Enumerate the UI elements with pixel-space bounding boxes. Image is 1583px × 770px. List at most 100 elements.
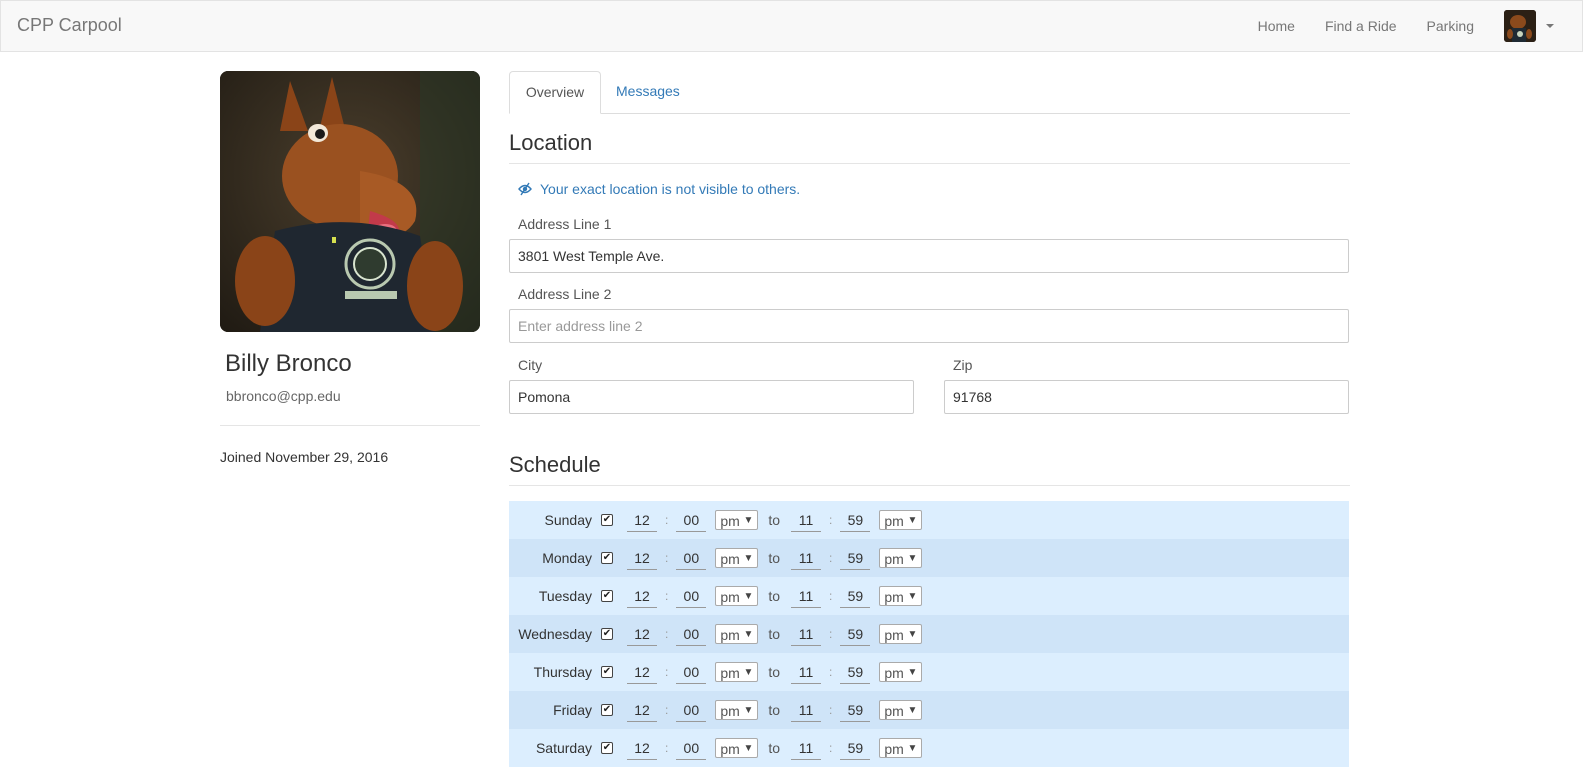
start-minute-input[interactable]: 00 [676, 699, 707, 722]
end-hour-input[interactable]: 11 [791, 623, 822, 646]
day-enabled-checkbox[interactable]: ✔ [601, 590, 613, 602]
to-label: to [768, 664, 781, 680]
start-ampm-select[interactable]: pm ▼ [715, 700, 759, 720]
profile-divider [220, 425, 480, 426]
nav-home-link[interactable]: Home [1258, 18, 1295, 34]
to-label: to [768, 702, 781, 718]
end-minute-input[interactable]: 59 [840, 661, 871, 684]
time-separator: : [665, 741, 669, 755]
chevron-down-icon: ▼ [743, 667, 754, 678]
privacy-notice-text: Your exact location is not visible to ot… [540, 181, 801, 197]
start-ampm-select[interactable]: pm ▼ [715, 510, 759, 530]
nav-find-ride-link[interactable]: Find a Ride [1325, 18, 1397, 34]
schedule-day-label: Saturday [535, 740, 592, 756]
time-separator: : [829, 703, 833, 717]
start-minute-input[interactable]: 00 [676, 585, 707, 608]
schedule-row: Thursday ✔ 12:00 pm ▼ to 11:59 pm ▼ [509, 653, 1349, 691]
end-ampm-select[interactable]: pm ▼ [879, 738, 923, 758]
start-hour-input[interactable]: 12 [627, 623, 657, 646]
end-minute-input[interactable]: 59 [840, 547, 871, 570]
schedule-heading: Schedule [509, 452, 601, 477]
time-separator: : [829, 551, 833, 565]
location-divider [509, 163, 1350, 164]
end-ampm-select[interactable]: pm ▼ [879, 548, 923, 568]
start-ampm-value: pm [720, 551, 740, 567]
end-ampm-select[interactable]: pm ▼ [879, 586, 923, 606]
start-ampm-value: pm [720, 513, 740, 529]
start-minute-input[interactable]: 00 [676, 509, 707, 532]
start-hour-input[interactable]: 12 [627, 699, 657, 722]
schedule-row: Sunday ✔ 12:00 pm ▼ to 11:59 pm ▼ [509, 501, 1349, 539]
day-enabled-checkbox[interactable]: ✔ [601, 552, 613, 564]
schedule-row: Tuesday ✔ 12:00 pm ▼ to 11:59 pm ▼ [509, 577, 1349, 615]
nav-parking-link[interactable]: Parking [1427, 18, 1474, 34]
time-separator: : [829, 741, 833, 755]
time-separator: : [829, 589, 833, 603]
end-minute-input[interactable]: 59 [840, 509, 871, 532]
chevron-down-icon: ▼ [743, 743, 754, 754]
end-minute-input[interactable]: 59 [840, 737, 871, 760]
schedule-divider [509, 485, 1350, 486]
start-hour-input[interactable]: 12 [627, 509, 657, 532]
end-hour-input[interactable]: 11 [791, 661, 822, 684]
tab-messages[interactable]: Messages [601, 71, 695, 112]
start-hour-input[interactable]: 12 [627, 737, 657, 760]
day-enabled-checkbox[interactable]: ✔ [601, 666, 613, 678]
city-input[interactable] [509, 380, 914, 414]
address1-label: Address Line 1 [518, 216, 612, 232]
chevron-down-icon: ▼ [907, 705, 918, 716]
chevron-down-icon: ▼ [743, 591, 754, 602]
chevron-down-icon: ▼ [907, 743, 918, 754]
start-minute-input[interactable]: 00 [676, 737, 707, 760]
start-ampm-select[interactable]: pm ▼ [715, 662, 759, 682]
start-ampm-select[interactable]: pm ▼ [715, 738, 759, 758]
time-separator: : [829, 627, 833, 641]
schedule-row: Wednesday ✔ 12:00 pm ▼ to 11:59 pm ▼ [509, 615, 1349, 653]
start-ampm-select[interactable]: pm ▼ [715, 586, 759, 606]
end-hour-input[interactable]: 11 [791, 737, 822, 760]
start-ampm-select[interactable]: pm ▼ [715, 548, 759, 568]
end-ampm-select[interactable]: pm ▼ [879, 510, 923, 530]
address2-input[interactable] [509, 309, 1349, 343]
day-enabled-checkbox[interactable]: ✔ [601, 704, 613, 716]
day-enabled-checkbox[interactable]: ✔ [601, 514, 613, 526]
chevron-down-icon: ▼ [907, 629, 918, 640]
end-hour-input[interactable]: 11 [791, 585, 822, 608]
time-separator: : [665, 627, 669, 641]
profile-name: Billy Bronco [225, 350, 352, 377]
tab-overview[interactable]: Overview [509, 71, 601, 114]
end-ampm-value: pm [884, 703, 904, 719]
user-menu-caret-icon[interactable] [1546, 24, 1554, 28]
user-avatar[interactable] [1504, 10, 1536, 42]
address1-input[interactable] [509, 239, 1349, 273]
day-enabled-checkbox[interactable]: ✔ [601, 742, 613, 754]
end-ampm-select[interactable]: pm ▼ [879, 700, 923, 720]
end-hour-input[interactable]: 11 [791, 547, 822, 570]
start-minute-input[interactable]: 00 [676, 661, 707, 684]
end-minute-input[interactable]: 59 [840, 623, 871, 646]
start-hour-input[interactable]: 12 [627, 547, 657, 570]
start-ampm-select[interactable]: pm ▼ [715, 624, 759, 644]
end-hour-input[interactable]: 11 [791, 509, 822, 532]
time-separator: : [665, 665, 669, 679]
start-minute-input[interactable]: 00 [676, 547, 707, 570]
schedule-table: Sunday ✔ 12:00 pm ▼ to 11:59 pm ▼ Monday ✔ 12:00 pm ▼… [509, 501, 1349, 767]
profile-joined-date: Joined November 29, 2016 [220, 449, 389, 465]
end-minute-input[interactable]: 59 [840, 699, 871, 722]
end-ampm-select[interactable]: pm ▼ [879, 662, 923, 682]
end-hour-input[interactable]: 11 [791, 699, 822, 722]
start-hour-input[interactable]: 12 [627, 585, 657, 608]
nav-links: Home Find a Ride Parking [1258, 1, 1582, 51]
start-minute-input[interactable]: 00 [676, 623, 707, 646]
to-label: to [768, 550, 781, 566]
brand-link[interactable]: CPP Carpool [17, 15, 122, 36]
end-minute-input[interactable]: 59 [840, 585, 871, 608]
day-enabled-checkbox[interactable]: ✔ [601, 628, 613, 640]
end-ampm-value: pm [884, 741, 904, 757]
to-label: to [768, 512, 781, 528]
end-ampm-value: pm [884, 627, 904, 643]
end-ampm-select[interactable]: pm ▼ [879, 624, 923, 644]
schedule-day-label: Thursday [533, 664, 592, 680]
start-hour-input[interactable]: 12 [627, 661, 657, 684]
zip-input[interactable] [944, 380, 1349, 414]
